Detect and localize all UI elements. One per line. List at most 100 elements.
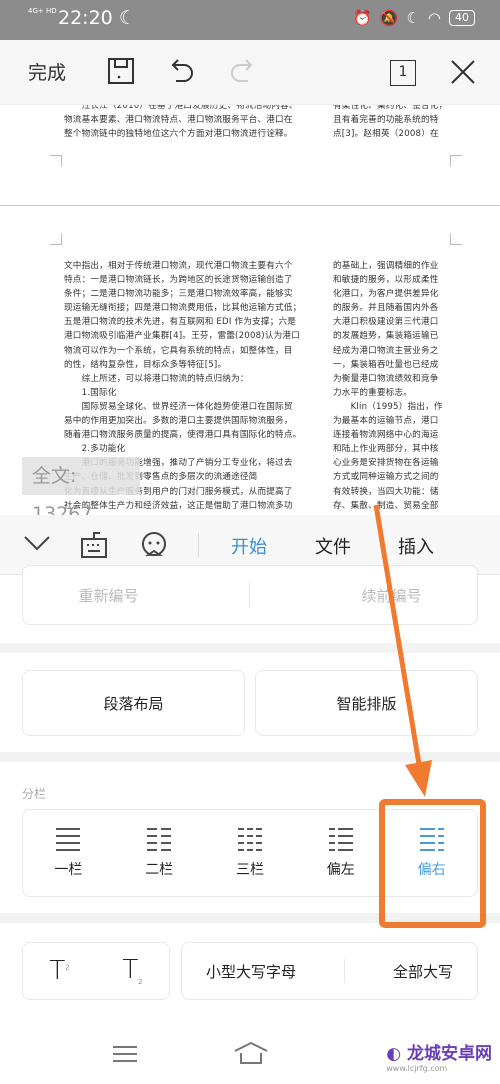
text-line: 力水平的重要标志。 — [333, 387, 413, 398]
document-canvas[interactable]: 汪长江（2010）在基于港口发展历史、物流活动内容、物流基本要素、港口物流特点、… — [0, 105, 500, 515]
text-line: 社会的整体生产力和经济效益，这正是借助了港口物流多功 — [64, 500, 293, 511]
column-option[interactable]: 三栏 — [236, 827, 264, 879]
collapse-chevron-icon[interactable] — [24, 535, 50, 551]
text-line: 的性，结构复杂性，目标众多等特征[5]。 — [64, 359, 227, 370]
text-line: 综上所述，可以将港口物流的特点归纳为： — [64, 373, 249, 384]
paragraph-layout-label: 段落布局 — [103, 694, 164, 713]
system-nav-bar: ◐ 龙城安卓网 www.lcjrfg.com — [0, 1009, 500, 1084]
text-line: 五是港口物流的技术先进，有互联网和 EDI 作为支撑；六是 — [64, 317, 297, 328]
menu-icon[interactable] — [113, 1045, 137, 1063]
continue-numbering-button[interactable]: 续前编号 — [361, 585, 421, 606]
column-option-label: 偏左 — [326, 862, 355, 878]
column-option[interactable]: 偏右 — [418, 827, 446, 879]
page-count-button[interactable]: 1 — [390, 60, 416, 86]
text-line: 连接着物流网络中心的海运 — [333, 430, 439, 441]
start-panel: 重新编号 续前编号 段落布局 智能排版 分栏 一栏 二栏 三栏 偏左 偏右 T2 T2 小… — [0, 565, 500, 1009]
text-line: 和敏捷的服务，以形成柔性 — [333, 275, 439, 286]
columns-card: 一栏 二栏 三栏 偏左 偏右 — [22, 809, 478, 897]
text-line: 且有着完善的功能系统的特 — [333, 115, 439, 126]
restart-numbering-button[interactable]: 重新编号 — [78, 585, 138, 606]
page2-right-column: 的基础上，强调精细的作业 和敏捷的服务，以形成柔性 化港口，为客户提供差异化 的服务。… — [333, 259, 443, 513]
page-break — [0, 205, 500, 206]
column-option-label: 偏右 — [417, 862, 446, 878]
page1-left-column: 汪长江（2010）在基于港口发展历史、物流活动内容、物流基本要素、港口物流特点、… — [64, 105, 298, 141]
text-line: 整个物流链中的独特地位这六个方面对港口物流进行诠释。 — [64, 129, 293, 140]
column-layout-icon — [419, 828, 444, 851]
all-caps-button[interactable]: 全部大写 — [393, 961, 453, 982]
column-option-label: 二栏 — [145, 862, 174, 878]
subscript-button[interactable]: T2 — [122, 955, 142, 986]
column-option[interactable]: 二栏 — [145, 827, 173, 879]
text-line: 点[3]。赵相英（2008）在 — [333, 129, 439, 140]
moon-icon: ☾ — [118, 7, 136, 29]
redo-icon[interactable] — [228, 57, 256, 87]
text-line: 一，集装箱吞吐量也已经成 — [333, 359, 439, 370]
text-line: Klin（1995）指出，作 — [333, 401, 443, 412]
section-separator — [0, 643, 500, 653]
numbering-card: 重新编号 续前编号 — [22, 565, 478, 625]
tab-insert[interactable]: 插入 — [398, 533, 434, 559]
text-line: 心业务是安排货物在各运输 — [333, 458, 439, 469]
superscript-button[interactable]: T2 — [49, 956, 69, 986]
section-separator — [0, 913, 500, 923]
text-line: 条件；二是港口物流功能多；三是港口物流效率高，能够实 — [64, 289, 293, 300]
script-card: T2 T2 — [22, 942, 170, 1000]
column-option-label: 一栏 — [54, 862, 83, 878]
text-line: 方式或同种运输方式之间的 — [333, 472, 439, 483]
text-line: 和陆上作业两部分，其中核 — [333, 444, 439, 455]
text-line: 为最基本的运输节点，港口 — [333, 416, 439, 427]
text-line: 化港口，为客户提供差异化 — [333, 289, 439, 300]
column-option-label: 三栏 — [235, 862, 264, 878]
status-bar: 4G+ HD 22:20 ☾ ⏰ 🔕 ☾ ◠ 40 — [0, 0, 500, 40]
close-icon[interactable] — [449, 58, 477, 86]
paragraph-layout-button[interactable]: 段落布局 — [22, 670, 245, 736]
text-line: 港口物流吸引临港产业集群[4]。王芬，雷蕾(2008)认为港口 — [64, 331, 301, 342]
column-layout-icon — [328, 828, 353, 851]
moon-icon: ☾ — [406, 9, 420, 27]
crop-mark — [450, 155, 462, 167]
page1-right-column: 有柔性化、集约化、整合化， 且有着完善的功能系统的特 点[3]。赵相英（2008）在 — [333, 105, 447, 141]
text-line: 为衡量港口物流绩效和竞争 — [333, 373, 439, 384]
clock: 22:20 ☾ — [58, 7, 136, 29]
text-line: 物流可以作为一个系统，它具有系统的特点，如整体性，目 — [64, 345, 293, 356]
keyboard-icon[interactable] — [80, 531, 108, 559]
text-line: 现运输无缝衔接；四是港口物流费用低，比其他运输方式低； — [64, 303, 302, 314]
text-line: 大港口积极建设第三代港口 — [333, 317, 439, 328]
smart-typeset-label: 智能排版 — [336, 694, 397, 713]
divider — [198, 533, 199, 557]
done-button[interactable]: 完成 — [28, 58, 66, 85]
tab-start[interactable]: 开始 — [231, 533, 267, 576]
column-layout-icon — [147, 828, 172, 851]
crop-mark — [50, 233, 62, 245]
undo-icon[interactable] — [168, 57, 196, 87]
assistant-icon[interactable] — [140, 531, 168, 559]
column-option[interactable]: 偏左 — [327, 827, 355, 879]
home-icon[interactable] — [233, 1041, 269, 1065]
word-count-badge: 全文: 13267 — [22, 457, 140, 525]
column-option[interactable]: 一栏 — [54, 827, 82, 879]
wifi-icon: ◠ — [427, 9, 441, 27]
watermark-logo: ◐ 龙城安卓网 www.lcjrfg.com — [386, 1044, 492, 1073]
text-line: 文中指出，相对于传统港口物流，现代港口物流主要有六个 — [64, 261, 293, 271]
text-line: 经成为港口物流主营业务之 — [333, 345, 439, 356]
editor-toolbar: 完成 1 — [0, 40, 500, 105]
smart-typeset-button[interactable]: 智能排版 — [255, 670, 478, 736]
text-line: 随着港口物流服务质量的提高，使得港口具有国际化的特点。 — [64, 430, 302, 441]
alarm-icon: ⏰ — [353, 9, 372, 27]
small-caps-button[interactable]: 小型大写字母 — [206, 961, 296, 982]
crop-mark — [50, 155, 62, 167]
text-line: 有柔性化、集约化、整合化， — [333, 105, 448, 111]
text-line: 的基础上，强调精细的作业 — [333, 261, 439, 271]
text-line: 汪长江（2010）在基于港口发展历史、物流活动内容、 — [64, 105, 298, 111]
tab-file[interactable]: 文件 — [315, 533, 351, 559]
text-line: 的发展趋势，集装箱运输已 — [333, 331, 439, 342]
crop-mark — [450, 233, 462, 245]
text-line: 物流基本要素、港口物流特点、港口物流服务平台、港口在 — [64, 115, 293, 126]
save-icon[interactable] — [107, 57, 135, 85]
column-layout-icon — [237, 828, 262, 851]
text-line: 2.多功能化 — [64, 444, 126, 455]
mute-icon: 🔕 — [379, 9, 399, 27]
columns-section-label: 分栏 — [22, 787, 47, 801]
case-card: 小型大写字母 全部大写 — [181, 942, 478, 1000]
text-line: 国际贸易全球化、世界经济一体化趋势使港口在国际贸 — [64, 401, 293, 412]
